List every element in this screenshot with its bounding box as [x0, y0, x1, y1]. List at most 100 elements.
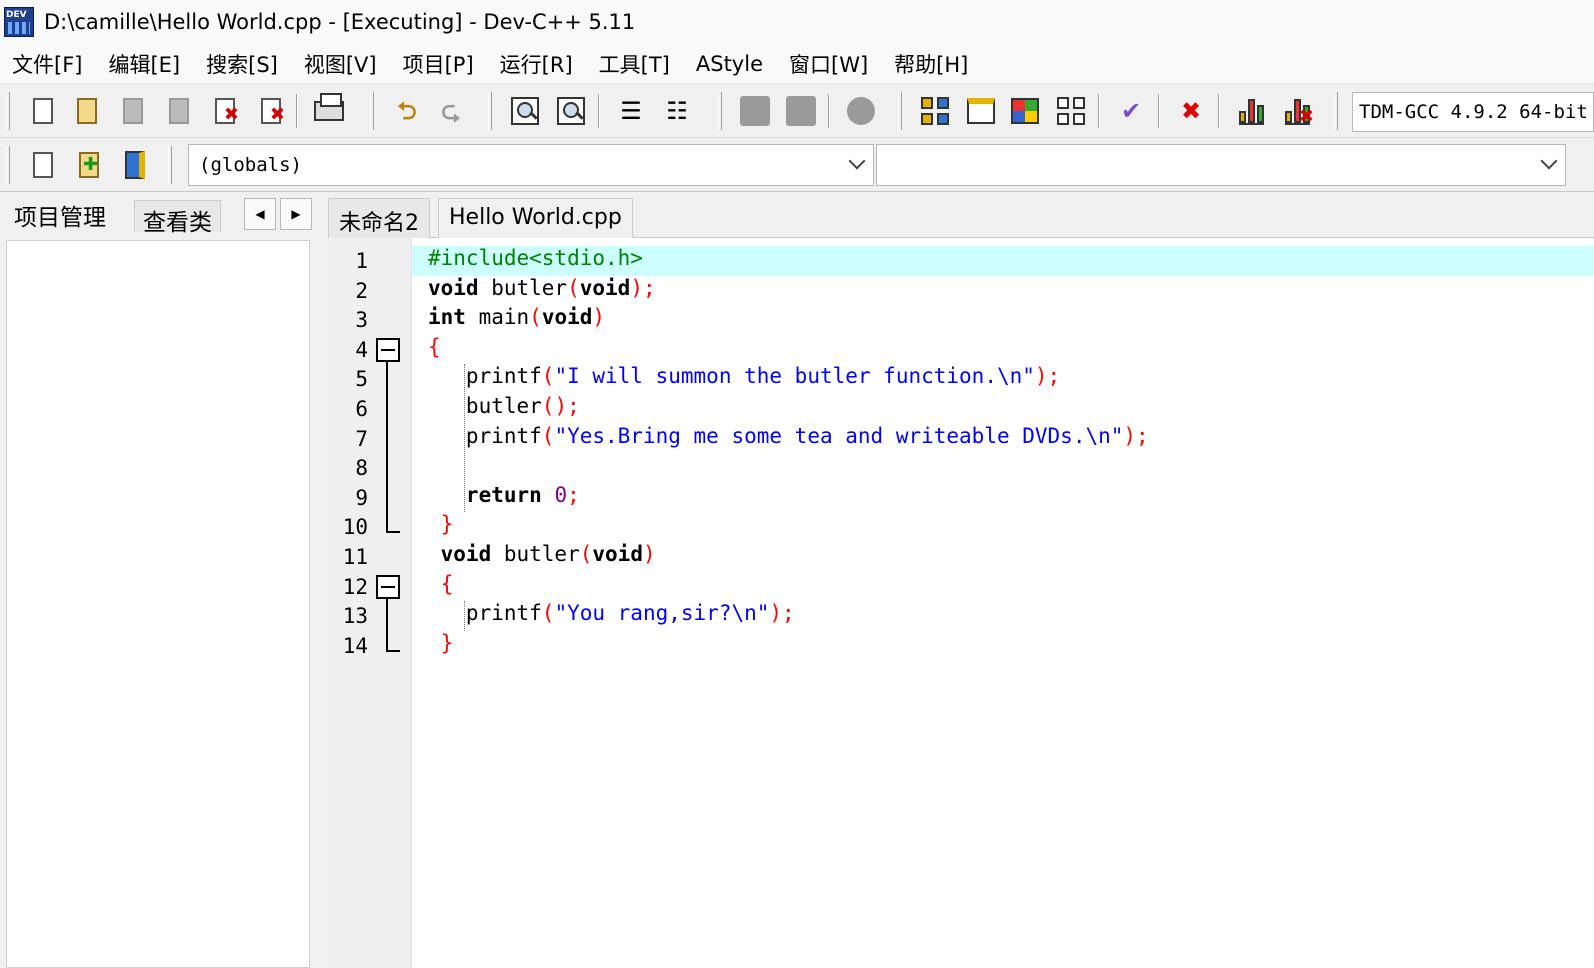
code-token: #include<stdio.h>: [428, 246, 643, 270]
line-number: 8: [355, 456, 368, 481]
indent-icon[interactable]: ☰: [612, 92, 650, 130]
globals-select-value: (globals): [199, 154, 302, 176]
code-line[interactable]: int main(void): [412, 305, 1594, 335]
code-line[interactable]: void butler(void);: [412, 276, 1594, 306]
tab-scroll-left-icon[interactable]: ◀: [244, 198, 276, 230]
code-line[interactable]: printf("Yes.Bring me some tea and writea…: [412, 424, 1594, 454]
menu-run[interactable]: 运行[R]: [490, 49, 583, 79]
code-line[interactable]: return 0;: [412, 483, 1594, 513]
undo-icon[interactable]: ⮌: [388, 92, 426, 130]
code-token: printf: [428, 423, 542, 448]
code-line[interactable]: }: [412, 512, 1594, 542]
code-token: (: [529, 305, 542, 330]
delete-icon[interactable]: ✖: [1172, 92, 1210, 130]
save-icon[interactable]: [114, 92, 152, 130]
insert-icon[interactable]: ✚: [70, 146, 108, 184]
menu-project[interactable]: 项目[P]: [393, 49, 484, 79]
devcpp-app-icon[interactable]: [4, 7, 34, 37]
code-line[interactable]: void butler(void): [412, 542, 1594, 572]
globals-select[interactable]: (globals): [188, 144, 874, 186]
code-token: void: [579, 275, 631, 300]
code-token: return: [428, 482, 542, 507]
find-icon[interactable]: [506, 92, 544, 130]
code-line[interactable]: }: [412, 631, 1594, 661]
save-all-icon[interactable]: [160, 92, 198, 130]
toggle-bookmark-icon[interactable]: [736, 92, 774, 130]
menu-file[interactable]: 文件[F]: [2, 49, 92, 79]
code-line[interactable]: [412, 453, 1594, 483]
line-number: 4: [355, 337, 368, 362]
line-number: 12: [342, 574, 368, 599]
unindent-icon[interactable]: ☷: [658, 92, 696, 130]
code-token: }: [428, 512, 454, 537]
new-file-icon[interactable]: [24, 92, 62, 130]
print-icon[interactable]: [310, 92, 348, 130]
chart-icon[interactable]: [1232, 92, 1270, 130]
fold-end: [386, 649, 400, 652]
main-toolbar: ✖ ✖ ⮌ ⮎ ☰ ☷ ✔ ✖ ✖ TDM-GCC 4.9.2 64-bit R…: [0, 84, 1594, 138]
line-number: 3: [355, 308, 368, 333]
open-file-icon[interactable]: [68, 92, 106, 130]
code-line[interactable]: butler();: [412, 394, 1594, 424]
window-icon[interactable]: [962, 92, 1000, 130]
code-token: butler: [428, 394, 542, 418]
close-all-icon[interactable]: ✖: [252, 92, 290, 130]
layout-icon[interactable]: [1052, 92, 1090, 130]
line-number-gutter[interactable]: 1 2 3 4 5 6 7 8 9 10 11 12 13 14: [328, 238, 412, 968]
project-panel: 项目管理 查看类 ◀ ▶: [0, 192, 318, 968]
tab-untitled2[interactable]: 未命名2: [328, 198, 430, 238]
stop-icon[interactable]: ✖: [1278, 92, 1316, 130]
fold-toggle-icon[interactable]: [376, 574, 400, 599]
menu-edit[interactable]: 编辑[E]: [98, 49, 190, 79]
line-number: 11: [342, 545, 368, 569]
code-token: (: [541, 601, 555, 626]
bookmark-icon[interactable]: [116, 146, 154, 184]
compiler-select[interactable]: TDM-GCC 4.9.2 64-bit Release: [1352, 92, 1594, 132]
windows-app-icon[interactable]: [1006, 92, 1044, 130]
check-icon[interactable]: ✔: [1112, 92, 1150, 130]
code-line[interactable]: printf("I will summon the butler functio…: [412, 364, 1594, 394]
code-line[interactable]: {: [412, 572, 1594, 602]
toolbar-grip[interactable]: [6, 92, 10, 130]
new-project-icon[interactable]: [916, 92, 954, 130]
code-token: 0: [554, 482, 568, 507]
tab-class-view[interactable]: 查看类: [134, 200, 221, 236]
menu-view[interactable]: 视图[V]: [294, 49, 387, 79]
menu-tools[interactable]: 工具[T]: [589, 49, 680, 79]
project-tree[interactable]: [6, 240, 310, 968]
code-editor[interactable]: #include<stdio.h> void butler(void); int m…: [412, 238, 1594, 968]
menu-window[interactable]: 窗口[W]: [779, 49, 878, 79]
close-icon[interactable]: ✖: [206, 92, 244, 130]
line-number: 1: [355, 249, 368, 273]
add-to-project-icon[interactable]: [24, 146, 62, 184]
redo-icon[interactable]: ⮎: [432, 92, 470, 130]
code-line[interactable]: #include<stdio.h>: [412, 246, 1594, 276]
menu-astyle[interactable]: AStyle: [686, 52, 773, 76]
chevron-down-icon: [848, 152, 866, 170]
code-token: printf: [428, 601, 542, 626]
code-token: {: [428, 334, 441, 359]
tab-hello-world-cpp[interactable]: Hello World.cpp: [438, 198, 633, 238]
menu-search[interactable]: 搜索[S]: [196, 49, 288, 79]
code-token: butler: [478, 275, 568, 300]
code-line[interactable]: {: [412, 335, 1594, 365]
code-token: );: [769, 601, 795, 626]
goto-bookmark-icon[interactable]: [782, 92, 820, 130]
code-token: void: [428, 542, 492, 566]
code-token: void: [428, 275, 479, 300]
fold-toggle-icon[interactable]: [376, 337, 400, 362]
code-line[interactable]: printf("You rang,sir?\n");: [412, 601, 1594, 631]
tab-scroll-right-icon[interactable]: ▶: [280, 198, 312, 230]
members-select[interactable]: [876, 144, 1566, 186]
menu-help[interactable]: 帮助[H]: [884, 49, 978, 79]
code-token: "Yes.Bring me some tea and writeable DVD…: [554, 423, 1124, 448]
comment-icon[interactable]: [842, 92, 880, 130]
line-number: 14: [342, 633, 368, 658]
code-token: printf: [428, 364, 542, 389]
replace-icon[interactable]: [552, 92, 590, 130]
tab-project-manager[interactable]: 项目管理: [6, 196, 114, 232]
code-token: "I will summon the butler function.\n": [554, 364, 1035, 389]
line-number: 9: [355, 485, 368, 510]
code-token: (: [541, 423, 555, 448]
indent-guide: [463, 364, 465, 513]
